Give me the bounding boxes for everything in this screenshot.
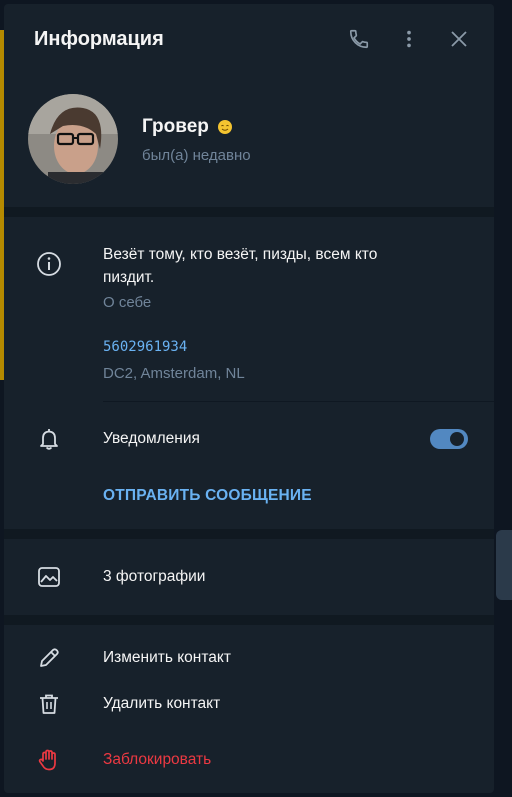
call-button[interactable] (344, 24, 374, 54)
profile-name: Гровер (142, 116, 233, 138)
more-options-button[interactable] (394, 24, 424, 54)
notifications-section: Уведомления ОТПРАВИТЬ СООБЩЕНИЕ (4, 402, 494, 529)
phone-icon (349, 29, 369, 49)
pencil-icon (34, 643, 64, 673)
photo-icon (34, 562, 64, 592)
info-icon (34, 249, 64, 279)
profile-section: Гровер был(а) недавно (4, 74, 494, 207)
block-hand-icon (34, 745, 64, 775)
send-message-button[interactable]: ОТПРАВИТЬ СООБЩЕНИЕ (103, 487, 312, 505)
page-title: Информация (34, 28, 164, 50)
more-vertical-icon (407, 30, 411, 48)
delete-contact-button[interactable]: Удалить контакт (103, 695, 220, 713)
section-separator (4, 615, 494, 625)
notifications-toggle[interactable] (430, 429, 468, 449)
section-separator (4, 207, 494, 217)
toggle-knob (450, 432, 464, 446)
bio-label: О себе (103, 294, 152, 311)
user-info-panel: Информация Гровер был(а) недавно Везёт т… (4, 4, 494, 793)
profile-name-text: Гровер (142, 116, 209, 137)
section-separator (4, 529, 494, 539)
block-user-button[interactable]: Заблокировать (103, 751, 211, 769)
info-section: Везёт тому, кто везёт, пизды, всем кто п… (4, 217, 494, 402)
background-strip-right (496, 530, 512, 600)
trash-icon (34, 689, 64, 719)
close-icon (451, 31, 467, 47)
close-button[interactable] (444, 24, 474, 54)
bell-icon (34, 424, 64, 454)
user-id[interactable]: 5602961934 (103, 339, 187, 355)
datacenter-info: DC2, Amsterdam, NL (103, 365, 245, 382)
panel-header: Информация (4, 4, 494, 74)
edit-contact-button[interactable]: Изменить контакт (103, 649, 231, 667)
last-seen-status: был(а) недавно (142, 147, 251, 164)
photos-link[interactable]: 3 фотографии (103, 568, 205, 586)
media-section: 3 фотографии (4, 539, 494, 615)
actions-section: Изменить контакт Удалить контакт Заблоки… (4, 625, 494, 793)
bio-text[interactable]: Везёт тому, кто везёт, пизды, всем кто п… (103, 243, 423, 289)
avatar[interactable] (28, 94, 118, 184)
emoji-status-icon (217, 120, 232, 134)
notifications-label: Уведомления (103, 430, 200, 447)
